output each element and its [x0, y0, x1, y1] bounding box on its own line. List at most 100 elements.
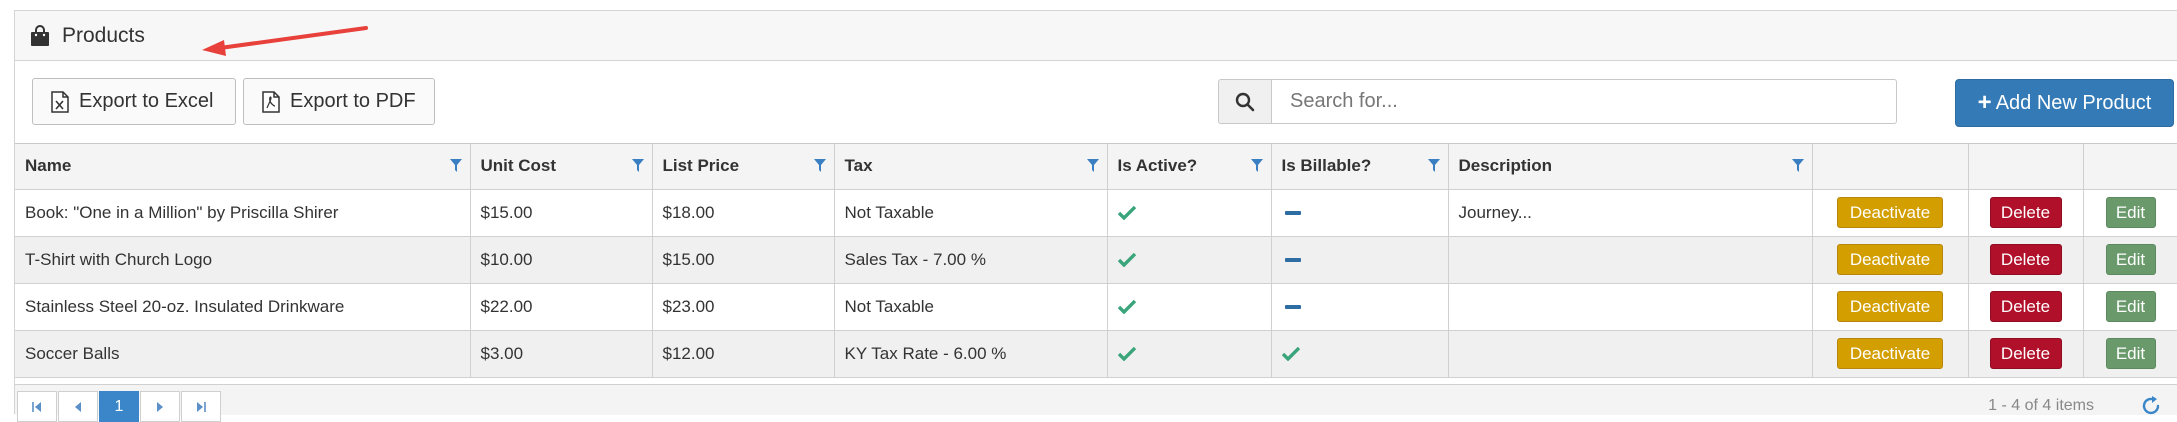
page-title: Products — [62, 24, 145, 47]
cell-description — [1448, 330, 1813, 378]
column-header[interactable]: Is Active? — [1107, 144, 1272, 190]
filter-icon[interactable] — [1791, 159, 1804, 172]
filter-icon[interactable] — [1250, 159, 1263, 172]
table-header-row: Name Unit Cost List Price Tax Is Active? Is B… — [15, 144, 2177, 190]
cell-description: Journey... — [1448, 189, 1813, 237]
dash-icon — [1284, 258, 1301, 263]
column-header[interactable]: Name — [15, 144, 471, 190]
edit-button[interactable]: Edit — [2105, 338, 2156, 369]
cell-delete-action: Delete — [1968, 236, 2084, 284]
column-header-label: List Price — [662, 156, 740, 176]
check-icon — [1281, 347, 1300, 362]
action-column-header — [2083, 144, 2177, 190]
cell-is-active — [1107, 236, 1272, 284]
column-header-label: Tax — [844, 156, 873, 176]
cell-is-billable — [1271, 330, 1449, 378]
last-page-icon — [197, 401, 206, 412]
cell-deactivate-action: Deactivate — [1812, 236, 1969, 284]
last-page-button[interactable] — [181, 391, 221, 422]
plus-icon: + — [1977, 89, 1992, 116]
filter-icon[interactable] — [631, 159, 644, 172]
cell-deactivate-action: Deactivate — [1812, 189, 1969, 237]
delete-button[interactable]: Delete — [1989, 197, 2062, 228]
shopping-bag-icon — [31, 25, 49, 46]
cell-deactivate-action: Deactivate — [1812, 330, 1969, 378]
cell-tax: Not Taxable — [834, 283, 1108, 331]
first-page-icon — [32, 401, 41, 412]
check-icon — [1117, 206, 1136, 221]
column-header-label: Description — [1458, 156, 1553, 176]
column-header[interactable]: Description — [1448, 144, 1813, 190]
delete-button[interactable]: Delete — [1989, 338, 2062, 369]
first-page-button[interactable] — [17, 391, 57, 422]
cell-name: Book: "One in a Million" by Priscilla Sh… — [15, 189, 471, 237]
column-header[interactable]: Unit Cost — [470, 144, 653, 190]
pager: 1 1 - 4 of 4 items — [15, 384, 2177, 422]
check-icon — [1117, 347, 1136, 362]
previous-page-button[interactable] — [58, 391, 98, 422]
filter-icon[interactable] — [449, 159, 462, 172]
column-header[interactable]: Is Billable? — [1271, 144, 1449, 190]
deactivate-button[interactable]: Deactivate — [1837, 338, 1943, 369]
deactivate-button[interactable]: Deactivate — [1837, 244, 1943, 275]
column-header-label: Name — [25, 156, 72, 176]
delete-button[interactable]: Delete — [1989, 244, 2062, 275]
check-icon — [1117, 253, 1136, 268]
cell-name: Soccer Balls — [15, 330, 471, 378]
cell-delete-action: Delete — [1968, 189, 2084, 237]
cell-edit-action: Edit — [2083, 236, 2177, 284]
next-page-icon — [157, 401, 163, 412]
cell-is-active — [1107, 189, 1272, 237]
column-header-label: Is Active? — [1117, 156, 1198, 176]
edit-button[interactable]: Edit — [2105, 197, 2156, 228]
excel-file-icon — [51, 90, 69, 113]
edit-button[interactable]: Edit — [2105, 244, 2156, 275]
column-header-label: Is Billable? — [1281, 156, 1372, 176]
cell-tax: Sales Tax - 7.00 % — [834, 236, 1108, 284]
search-button[interactable] — [1218, 79, 1271, 124]
table-row: Stainless Steel 20-oz. Insulated Drinkwa… — [15, 283, 2177, 331]
cell-description — [1448, 236, 1813, 284]
search-icon — [1235, 92, 1255, 111]
cell-name: Stainless Steel 20-oz. Insulated Drinkwa… — [15, 283, 471, 331]
next-page-button[interactable] — [140, 391, 180, 422]
add-new-product-button[interactable]: + Add New Product — [1955, 79, 2174, 127]
deactivate-button[interactable]: Deactivate — [1837, 291, 1943, 322]
action-column-header — [1812, 144, 1969, 190]
cell-list-price: $23.00 — [652, 283, 835, 331]
cell-unit-cost: $22.00 — [470, 283, 653, 331]
cell-is-billable — [1271, 283, 1449, 331]
search-input[interactable] — [1271, 79, 1897, 124]
filter-icon[interactable] — [813, 159, 826, 172]
export-excel-button[interactable]: Export to Excel — [32, 78, 236, 125]
export-pdf-label: Export to PDF — [290, 90, 416, 112]
action-column-header — [1968, 144, 2084, 190]
export-excel-label: Export to Excel — [79, 90, 214, 112]
products-grid: Name Unit Cost List Price Tax Is Active? Is B… — [15, 143, 2177, 378]
cell-list-price: $18.00 — [652, 189, 835, 237]
table-row: Book: "One in a Million" by Priscilla Sh… — [15, 189, 2177, 237]
cell-edit-action: Edit — [2083, 330, 2177, 378]
cell-list-price: $15.00 — [652, 236, 835, 284]
filter-icon[interactable] — [1427, 159, 1440, 172]
filter-icon[interactable] — [1086, 159, 1099, 172]
cell-delete-action: Delete — [1968, 283, 2084, 331]
dash-icon — [1284, 211, 1301, 216]
cell-is-billable — [1271, 189, 1449, 237]
delete-button[interactable]: Delete — [1989, 291, 2062, 322]
page-number-button[interactable]: 1 — [99, 391, 139, 422]
previous-page-icon — [75, 401, 81, 412]
export-pdf-button[interactable]: Export to PDF — [243, 78, 435, 125]
column-header[interactable]: Tax — [834, 144, 1108, 190]
cell-unit-cost: $3.00 — [470, 330, 653, 378]
cell-unit-cost: $15.00 — [470, 189, 653, 237]
cell-tax: Not Taxable — [834, 189, 1108, 237]
pager-info: 1 - 4 of 4 items — [1988, 397, 2094, 414]
column-header[interactable]: List Price — [652, 144, 835, 190]
pdf-file-icon — [262, 90, 280, 113]
edit-button[interactable]: Edit — [2105, 291, 2156, 322]
check-icon — [1117, 300, 1136, 315]
cell-is-billable — [1271, 236, 1449, 284]
products-panel: Products Export to Excel Export to PDF +… — [14, 10, 2177, 422]
deactivate-button[interactable]: Deactivate — [1837, 197, 1943, 228]
